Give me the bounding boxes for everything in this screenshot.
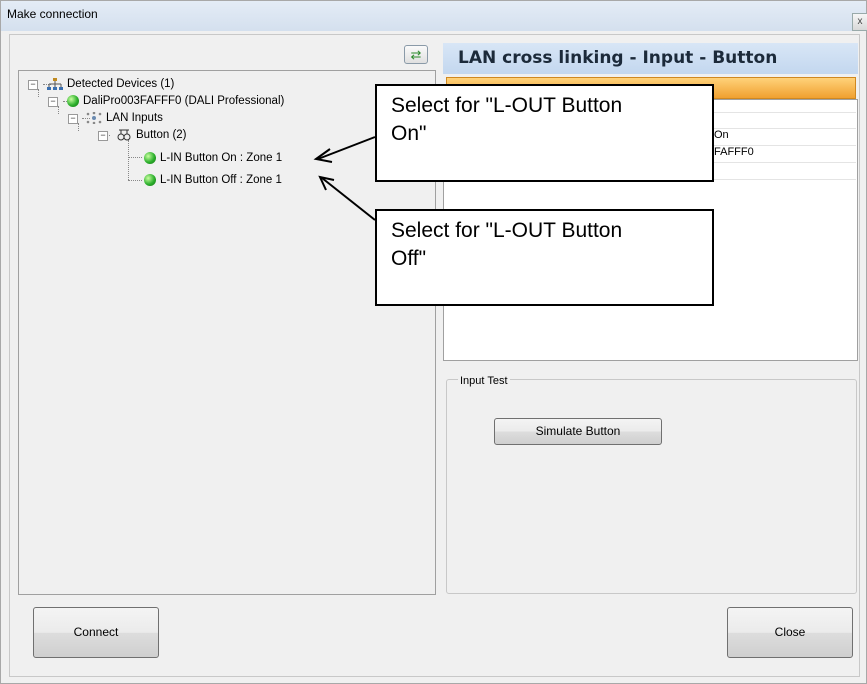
green-status-icon	[144, 151, 156, 164]
tree-connector	[128, 140, 129, 180]
close-window-icon[interactable]: x	[852, 13, 867, 31]
callout-line: On"	[391, 122, 427, 145]
details-header: LAN cross linking - Input - Button	[443, 43, 858, 74]
lan-inputs-icon	[86, 111, 102, 124]
green-status-icon	[144, 173, 156, 186]
tree-node-label: LAN Inputs	[106, 112, 163, 124]
input-test-group	[446, 379, 857, 594]
callout-line: Off"	[391, 247, 427, 270]
network-icon	[47, 77, 63, 90]
tree-node-label: Detected Devices (1)	[67, 78, 175, 90]
tree-item-label: L-IN Button Off : Zone 1	[160, 174, 282, 186]
callout-line: Select for "L-OUT Button	[391, 94, 623, 117]
refresh-icon[interactable]: ⇄	[404, 45, 428, 64]
tree-item-button-on[interactable]: L-IN Button On : Zone 1	[144, 150, 282, 166]
tree-node-content: Detected Devices (1)	[47, 76, 174, 92]
tree-node-label: Button (2)	[136, 129, 187, 141]
tree-connector	[38, 89, 39, 97]
device-tree-panel[interactable]	[18, 70, 436, 595]
tree-node-content: DaliPro003FAFFF0 (DALI Professional)	[67, 93, 284, 109]
tree-connector	[58, 106, 59, 114]
collapse-icon[interactable]: −	[68, 114, 78, 124]
tree-connector	[128, 157, 142, 158]
tree-connector	[128, 180, 142, 181]
details-title: LAN cross linking - Input - Button	[458, 48, 778, 68]
connect-button[interactable]: Connect	[33, 607, 159, 658]
tree-node-label: DaliPro003FAFFF0 (DALI Professional)	[83, 95, 285, 107]
tree-item-label: L-IN Button On : Zone 1	[160, 152, 283, 164]
input-test-label: Input Test	[458, 375, 510, 387]
collapse-icon[interactable]: −	[28, 80, 38, 90]
close-button[interactable]: Close	[727, 607, 853, 658]
collapse-icon[interactable]: −	[98, 131, 108, 141]
callout-button-on: Select for "L-OUT Button On"	[375, 84, 714, 182]
callout-line: Select for "L-OUT Button	[391, 219, 623, 242]
tree-connector	[78, 123, 79, 131]
property-value: On	[714, 129, 729, 141]
green-status-icon	[67, 94, 79, 107]
property-value: FAFFF0	[714, 146, 754, 158]
collapse-icon[interactable]: −	[48, 97, 58, 107]
callout-button-off: Select for "L-OUT Button Off"	[375, 209, 714, 306]
tree-node-content: LAN Inputs	[86, 110, 163, 126]
button-icon	[117, 129, 131, 141]
tree-item-button-off[interactable]: L-IN Button Off : Zone 1	[144, 172, 282, 188]
simulate-button[interactable]: Simulate Button	[494, 418, 662, 445]
tree-node-content: Button (2)	[116, 127, 187, 143]
title-bar: Make connection x	[1, 1, 867, 31]
window-title: Make connection	[7, 7, 98, 21]
